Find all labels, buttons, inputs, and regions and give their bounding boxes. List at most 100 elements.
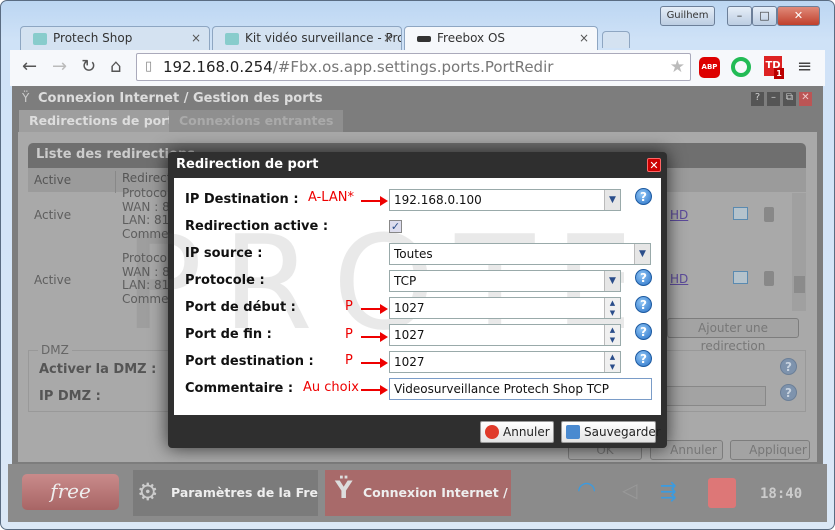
annotation: P [345,299,353,314]
tab-redirections[interactable]: Redirections de ports [19,110,191,132]
row-link[interactable]: HD [670,272,688,286]
favicon-icon [33,33,47,45]
help-button[interactable]: ? [751,92,764,106]
bookmark-star-icon[interactable]: ★ [670,57,685,77]
annotation: Au choix [303,380,359,395]
spinner-icon: ▲ ▼ [604,325,620,345]
row-active: Active [34,208,72,222]
url-path: /#Fbx.os.app.settings.ports.PortRedir [272,58,554,76]
close-tab-icon[interactable]: × [191,31,201,45]
taskbar-item-parametres[interactable]: ⚙Paramètres de la Freebox [133,470,318,516]
freebox-icon [417,36,431,42]
ip-source-label: IP source : [185,246,263,261]
page-icon: ▯ [145,59,153,74]
home-icon[interactable]: ⌂ [110,56,121,77]
comment-input[interactable]: Videosurveillance Protech Shop TCP [389,378,652,400]
annotation: A-LAN* [308,190,354,205]
minimize-button[interactable]: – [727,6,752,26]
ip-dest-label: IP Destination : [185,192,299,207]
grammarly-icon[interactable] [731,57,751,77]
port-end-input[interactable]: 1027 ▲ ▼ [389,324,621,346]
dialog-title: Redirection de port [176,157,319,172]
tab-freebox-os[interactable]: Freebox OS × [404,26,598,50]
annotation: P [345,353,353,368]
row-active: Active [34,273,72,287]
port-dest-label: Port destination : [185,354,314,369]
adblock-icon[interactable]: ABP [699,57,720,78]
help-icon[interactable]: ? [635,296,652,313]
dialog-save-button[interactable]: Sauvegarder [561,421,661,443]
tab-label: Freebox OS [437,31,506,45]
clock: 18:40 [760,486,803,502]
dmz-ip-select[interactable] [660,386,766,406]
app-close-button[interactable]: ✕ [799,92,812,106]
ip-dest-select[interactable]: 192.168.0.100 ▼ [389,189,621,211]
usb-icon[interactable]: ⇶ [660,479,677,503]
cancel-icon [485,425,499,439]
tab-protech-shop[interactable]: Protech Shop × [20,26,210,50]
dialog-close-button[interactable]: ✕ [647,158,661,172]
edit-icon[interactable] [733,271,748,284]
gear-icon: ⚙ [137,478,159,506]
help-icon[interactable]: ? [780,384,797,401]
column-active: Active [34,173,72,187]
close-tab-icon[interactable]: × [579,31,589,45]
new-tab-button[interactable] [602,31,630,48]
back-icon[interactable]: ← [22,56,37,77]
arrow-icon [361,332,388,342]
row-link[interactable]: HD [670,208,688,222]
address-bar[interactable]: ▯ 192.168.0.254/#Fbx.os.app.settings.port… [136,53,691,81]
tab-label: Kit vidéo surveillance - Pro [245,31,402,45]
help-icon[interactable]: ? [635,323,652,340]
tab-kit-video[interactable]: Kit vidéo surveillance - Pro × [212,26,402,50]
port-dest-input[interactable]: 1027 ▲ ▼ [389,351,621,373]
arrow-icon [361,385,388,395]
help-icon[interactable]: ? [635,350,652,367]
chevron-down-icon: ▼ [634,244,650,264]
spinner-icon: ▲ ▼ [604,298,620,318]
comment-label: Commentaire : [185,381,294,396]
help-icon[interactable]: ? [635,188,652,205]
app-minimize-button[interactable]: – [767,92,780,106]
app-window-controls: ? – ⧉ ✕ [751,92,812,106]
disk-icon[interactable] [708,478,736,508]
menu-icon[interactable]: ≡ [797,56,812,77]
help-icon[interactable]: ? [780,358,797,375]
taskbar-item-connexion[interactable]: Ÿ Connexion Internet / G [325,470,511,516]
edit-icon[interactable] [733,207,748,220]
port-start-label: Port de début : [185,300,296,315]
port-start-input[interactable]: 1027 ▲ ▼ [389,297,621,319]
profile-button[interactable]: Guilhem [660,6,715,26]
active-label: Redirection active : [185,219,329,234]
maximize-button[interactable]: □ [752,6,777,26]
td-extension-icon[interactable]: TD 1 [764,56,784,79]
add-redirection-button[interactable]: Ajouter une redirection [667,318,799,353]
ip-source-select[interactable]: Toutes ▼ [389,243,651,265]
apply-button[interactable]: Appliquer [730,440,810,460]
dialog-cancel-button[interactable]: Annuler [480,421,554,443]
active-checkbox[interactable]: ✓ [389,220,402,233]
protocol-select[interactable]: TCP ▼ [389,270,621,292]
free-logo-button[interactable]: free [22,474,119,510]
plug-icon: Ÿ [22,91,30,105]
app-title: Connexion Internet / Gestion des ports [38,91,323,106]
list-scrollbar[interactable] [792,193,806,311]
protocol-label: Protocole : [185,273,265,288]
extension-badge: 1 [774,68,784,79]
forward-icon[interactable]: → [52,56,67,77]
help-icon[interactable]: ? [635,269,652,286]
dmz-enable-label: Activer la DMZ : [39,362,157,377]
close-tab-icon[interactable]: × [383,31,393,45]
wifi-icon[interactable]: ◠ [577,478,596,503]
close-window-button[interactable]: ✕ [777,6,820,26]
app-restore-button[interactable]: ⧉ [783,92,796,106]
reload-icon[interactable]: ↻ [81,56,96,77]
spinner-icon: ▲ ▼ [604,352,620,372]
trash-icon[interactable] [764,271,774,286]
trash-icon[interactable] [764,207,774,222]
speaker-icon[interactable]: ◁ [622,478,637,502]
dmz-legend: DMZ [38,343,72,357]
tab-connexions-entrantes[interactable]: Connexions entrantes [169,110,344,132]
arrow-icon [361,304,388,314]
arrow-icon [361,196,388,206]
